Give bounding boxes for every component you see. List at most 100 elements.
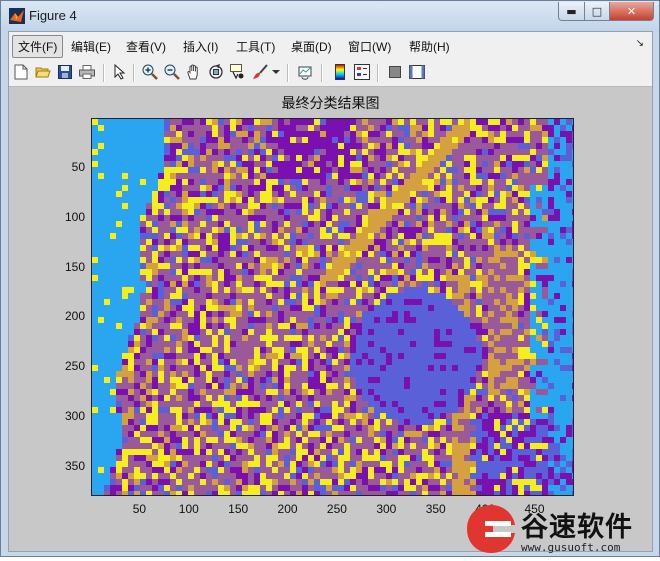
class-pixel bbox=[326, 419, 332, 425]
class-pixel bbox=[248, 245, 254, 251]
zoom-in-icon[interactable] bbox=[141, 63, 159, 81]
open-file-icon[interactable] bbox=[34, 63, 52, 81]
class-pixel bbox=[212, 161, 218, 167]
hide-plot-tools-icon[interactable] bbox=[386, 63, 404, 81]
watermark-logo-icon bbox=[467, 505, 515, 553]
class-pixel bbox=[146, 359, 152, 365]
brush-icon[interactable] bbox=[251, 63, 269, 81]
class-pixel bbox=[356, 233, 362, 239]
class-pixel bbox=[518, 137, 524, 143]
class-pixel bbox=[506, 275, 512, 281]
class-pixel bbox=[134, 413, 140, 419]
class-pixel bbox=[428, 425, 434, 431]
class-pixel bbox=[146, 455, 152, 461]
class-pixel bbox=[158, 359, 164, 365]
class-pixel bbox=[524, 203, 530, 209]
menu-desktop[interactable]: 桌面(D) bbox=[291, 38, 332, 55]
class-pixel bbox=[248, 125, 254, 131]
class-pixel bbox=[164, 359, 170, 365]
class-pixel bbox=[170, 263, 176, 269]
class-pixel bbox=[362, 239, 368, 245]
class-pixel bbox=[542, 443, 548, 449]
class-pixel bbox=[224, 245, 230, 251]
menu-edit[interactable]: 编辑(E) bbox=[71, 38, 111, 55]
class-pixel bbox=[524, 251, 530, 257]
class-pixel bbox=[260, 119, 266, 125]
class-pixel bbox=[542, 281, 548, 287]
show-plot-tools-icon[interactable] bbox=[408, 63, 426, 81]
class-pixel bbox=[500, 365, 506, 371]
class-pixel bbox=[302, 329, 308, 335]
class-pixel bbox=[380, 143, 386, 149]
class-pixel bbox=[170, 227, 176, 233]
close-button[interactable]: ✕ bbox=[609, 2, 654, 21]
zoom-out-icon[interactable] bbox=[163, 63, 181, 81]
class-pixel bbox=[260, 329, 266, 335]
menu-window[interactable]: 窗口(W) bbox=[348, 38, 391, 55]
class-pixel bbox=[230, 491, 236, 495]
class-pixel bbox=[302, 149, 308, 155]
class-pixel bbox=[422, 209, 428, 215]
link-plot-icon[interactable] bbox=[297, 63, 315, 81]
class-pixel bbox=[266, 263, 272, 269]
menu-insert[interactable]: 插入(I) bbox=[183, 38, 218, 55]
class-pixel bbox=[374, 473, 380, 479]
class-pixel bbox=[260, 485, 266, 491]
class-pixel bbox=[452, 341, 458, 347]
class-pixel bbox=[182, 485, 188, 491]
class-pixel bbox=[272, 143, 278, 149]
class-pixel bbox=[404, 311, 410, 317]
class-pixel bbox=[416, 269, 422, 275]
class-pixel bbox=[188, 227, 194, 233]
class-pixel bbox=[572, 269, 573, 275]
class-pixel bbox=[404, 269, 410, 275]
class-pixel bbox=[338, 203, 344, 209]
class-pixel bbox=[290, 335, 296, 341]
classification-image-axes[interactable] bbox=[91, 118, 574, 496]
data-cursor-icon[interactable] bbox=[229, 63, 247, 81]
class-pixel bbox=[428, 221, 434, 227]
class-pixel bbox=[290, 365, 296, 371]
rotate-3d-icon[interactable] bbox=[207, 63, 225, 81]
class-pixel bbox=[470, 317, 476, 323]
class-pixel bbox=[494, 401, 500, 407]
save-icon[interactable] bbox=[56, 63, 74, 81]
title-bar[interactable]: Figure 4 ▬ □ ✕ bbox=[1, 1, 659, 31]
class-pixel bbox=[314, 209, 320, 215]
pan-hand-icon[interactable] bbox=[185, 63, 203, 81]
class-pixel bbox=[284, 311, 290, 317]
class-pixel bbox=[116, 407, 122, 413]
menu-overflow-icon[interactable]: ↘ bbox=[636, 38, 644, 49]
class-pixel bbox=[326, 311, 332, 317]
menu-help[interactable]: 帮助(H) bbox=[409, 38, 450, 55]
class-pixel bbox=[302, 311, 308, 317]
menu-view[interactable]: 查看(V) bbox=[126, 38, 166, 55]
class-pixel bbox=[164, 215, 170, 221]
menu-file[interactable]: 文件(F) bbox=[12, 35, 64, 58]
class-pixel bbox=[122, 437, 128, 443]
class-pixel bbox=[164, 275, 170, 281]
legend-icon[interactable] bbox=[353, 63, 371, 81]
new-figure-icon[interactable] bbox=[12, 63, 30, 81]
class-pixel bbox=[236, 329, 242, 335]
class-pixel bbox=[506, 449, 512, 455]
colorbar-icon[interactable] bbox=[331, 63, 349, 81]
print-icon[interactable] bbox=[78, 63, 96, 81]
edit-plot-arrow-icon[interactable] bbox=[111, 63, 129, 81]
class-pixel bbox=[140, 431, 146, 437]
class-pixel bbox=[314, 455, 320, 461]
class-pixel bbox=[224, 143, 230, 149]
class-pixel bbox=[482, 167, 488, 173]
class-pixel bbox=[566, 227, 572, 233]
class-pixel bbox=[404, 125, 410, 131]
class-pixel bbox=[296, 335, 302, 341]
minimize-button[interactable]: ▬ bbox=[558, 2, 585, 21]
class-pixel bbox=[482, 461, 488, 467]
class-pixel bbox=[320, 185, 326, 191]
brush-dropdown-icon[interactable] bbox=[271, 63, 281, 81]
class-pixel bbox=[188, 203, 194, 209]
class-pixel bbox=[200, 377, 206, 383]
menu-tools[interactable]: 工具(T) bbox=[236, 38, 275, 55]
class-pixel bbox=[458, 461, 464, 467]
maximize-button[interactable]: □ bbox=[584, 2, 610, 21]
